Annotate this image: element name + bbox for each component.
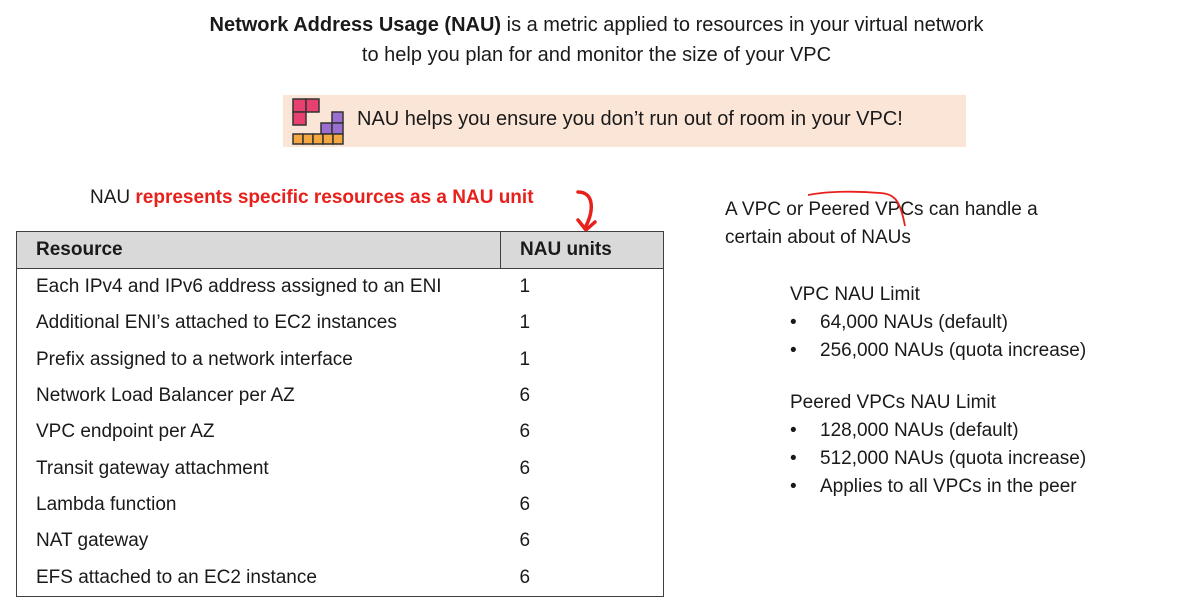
- units-cell: 6: [519, 566, 531, 588]
- units-cell: 6: [519, 457, 531, 479]
- vpc-limit-list: 64,000 NAUs (default) 256,000 NAUs (quot…: [790, 309, 1086, 365]
- intro-text: Network Address Usage (NAU) is a metric …: [0, 10, 1193, 70]
- table-row: VPC endpoint per AZ 6: [17, 414, 664, 450]
- vpc-capacity-note: A VPC or Peered VPCs can handle a certai…: [725, 190, 1038, 252]
- peered-limit-title: Peered VPCs NAU Limit: [790, 392, 996, 413]
- nau-description-highlight: represents specific resources as a NAU u…: [135, 187, 534, 208]
- resource-cell: Lambda function: [36, 493, 177, 515]
- table-row: NAT gateway 6: [17, 523, 664, 559]
- table-row: Transit gateway attachment 6: [17, 450, 664, 486]
- intro-line2: to help you plan for and monitor the siz…: [361, 44, 832, 66]
- peered-word: Peered: [808, 190, 907, 227]
- units-cell: 1: [519, 276, 531, 298]
- units-cell: 6: [519, 421, 531, 443]
- units-cell: 6: [519, 493, 531, 515]
- table-row: Network Load Balancer per AZ 6: [17, 378, 664, 414]
- list-item: 128,000 NAUs (default): [790, 417, 1086, 445]
- resource-cell: VPC endpoint per AZ: [36, 421, 215, 443]
- units-cell: 1: [519, 312, 531, 334]
- resource-cell: NAT gateway: [36, 530, 149, 552]
- resource-cell: EFS attached to an EC2 instance: [36, 566, 317, 588]
- units-cell: 1: [519, 348, 531, 370]
- vpc-limit-title: VPC NAU Limit: [790, 284, 920, 305]
- table-row: Each IPv4 and IPv6 address assigned to a…: [17, 269, 664, 306]
- units-cell: 6: [519, 385, 531, 407]
- resource-cell: Prefix assigned to a network interface: [36, 348, 353, 370]
- table-row: Prefix assigned to a network interface 1: [17, 342, 664, 378]
- units-cell: 6: [519, 530, 531, 552]
- peered-limit-section: Peered VPCs NAU Limit 128,000 NAUs (defa…: [790, 389, 1086, 501]
- table-header-row: Resource NAU units: [16, 231, 664, 269]
- callout-box: NAU helps you ensure you don’t run out o…: [283, 95, 966, 147]
- table-row: Lambda function 6: [17, 487, 664, 523]
- resource-cell: Additional ENI’s attached to EC2 instanc…: [36, 312, 397, 334]
- vpc-limit-section: VPC NAU Limit 64,000 NAUs (default) 256,…: [790, 281, 1086, 365]
- list-item: Applies to all VPCs in the peer: [790, 473, 1086, 501]
- nau-description-plain: NAU: [90, 187, 136, 208]
- list-item: 256,000 NAUs (quota increase): [790, 337, 1086, 365]
- intro-bold: Network Address Usage (NAU): [209, 14, 502, 36]
- nau-description: NAU represents specific resources as a N…: [90, 187, 534, 209]
- stacked-blocks-icon: [292, 98, 344, 145]
- resource-cell: Transit gateway attachment: [36, 457, 269, 479]
- note-line1-a: A VPC or: [725, 199, 809, 220]
- resource-cell: Each IPv4 and IPv6 address assigned to a…: [36, 276, 442, 298]
- curved-arrow-icon: [576, 190, 597, 232]
- intro-line1: is a metric applied to resources in your…: [501, 14, 984, 36]
- header-nau-units: NAU units: [500, 231, 664, 269]
- callout-text: NAU helps you ensure you don’t run out o…: [357, 108, 903, 130]
- table-row: EFS attached to an EC2 instance 6: [17, 559, 664, 596]
- red-underline-mark: [808, 190, 907, 227]
- resource-cell: Network Load Balancer per AZ: [36, 385, 295, 407]
- nau-units-table: Resource NAU units Each IPv4 and IPv6 ad…: [16, 231, 664, 597]
- list-item: 512,000 NAUs (quota increase): [790, 445, 1086, 473]
- header-resource: Resource: [16, 231, 501, 269]
- peered-limit-list: 128,000 NAUs (default) 512,000 NAUs (quo…: [790, 417, 1086, 501]
- table-row: Additional ENI’s attached to EC2 instanc…: [17, 305, 664, 341]
- list-item: 64,000 NAUs (default): [790, 309, 1086, 337]
